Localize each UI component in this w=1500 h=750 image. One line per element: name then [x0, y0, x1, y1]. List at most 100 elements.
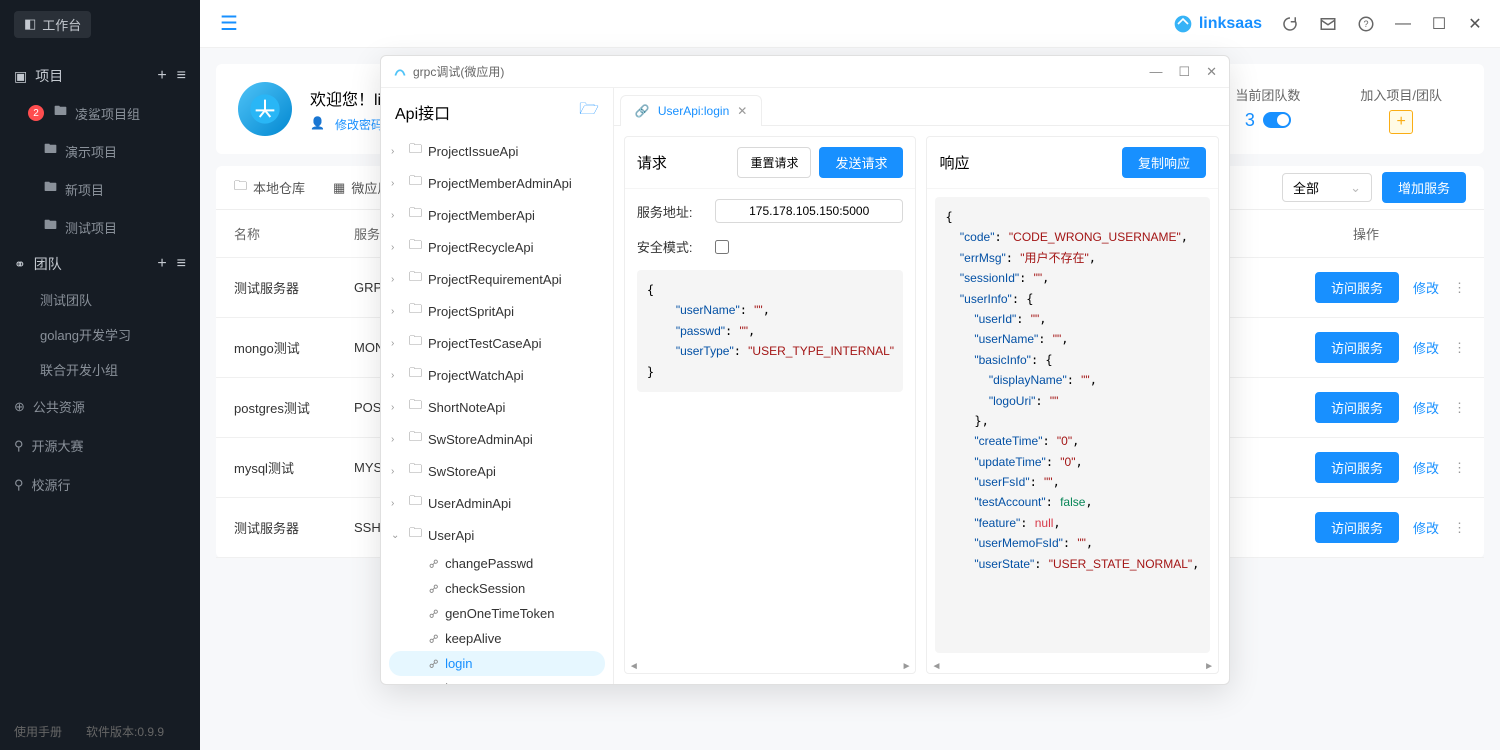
- api-tree-item[interactable]: ›🗀ProjectTestCaseApi: [381, 327, 613, 359]
- svg-text:?: ?: [1363, 19, 1368, 29]
- join-button[interactable]: +: [1389, 110, 1413, 134]
- version-label: 软件版本:0.9.9: [86, 723, 164, 740]
- sidebar-public-resources[interactable]: ⊕公共资源: [0, 387, 200, 426]
- sidebar-project-group[interactable]: 2 🖿 凌鲨项目组: [0, 94, 200, 132]
- modify-link[interactable]: 修改: [1413, 278, 1439, 297]
- row-name: mongo测试: [234, 338, 354, 357]
- row-name: 测试服务器: [234, 518, 354, 537]
- api-method-item[interactable]: ⚯changePasswd: [381, 551, 613, 576]
- service-addr-label: 服务地址:: [637, 202, 707, 221]
- open-folder-icon[interactable]: 🗁: [579, 98, 599, 125]
- sidebar-project-item[interactable]: 🖿新项目: [0, 170, 200, 208]
- link-icon: ⚯: [426, 555, 443, 572]
- grpc-window: grpc调试(微应用) — ☐ ✕ Api接口 🗁 ›🗀ProjectIssue…: [380, 55, 1230, 685]
- api-tree[interactable]: ›🗀ProjectIssueApi›🗀ProjectMemberAdminApi…: [381, 135, 613, 684]
- window-minimize[interactable]: —: [1394, 15, 1412, 33]
- sidebar-dev-contest[interactable]: ⚲开源大赛: [0, 426, 200, 465]
- sidebar-team-item[interactable]: 联合开发小组: [0, 352, 200, 387]
- api-tree-item[interactable]: ›🗀ProjectIssueApi: [381, 135, 613, 167]
- more-icon[interactable]: ⋮: [1453, 340, 1466, 356]
- response-title: 响应: [939, 152, 969, 173]
- sidebar-team-item[interactable]: 测试团队: [0, 282, 200, 317]
- link-icon: 🔗: [635, 104, 650, 118]
- api-tree-item[interactable]: ›🗀SwStoreApi: [381, 455, 613, 487]
- api-tree-item[interactable]: ›🗀ProjectRecycleApi: [381, 231, 613, 263]
- help-icon[interactable]: ?: [1356, 14, 1376, 34]
- copy-button[interactable]: 复制响应: [1122, 147, 1206, 178]
- api-method-item[interactable]: ⚯keepAlive: [381, 626, 613, 651]
- sidebar-team-item[interactable]: golang开发学习: [0, 317, 200, 352]
- grpc-maximize[interactable]: ☐: [1178, 64, 1190, 80]
- response-panel: 响应 复制响应 { "code": "CODE_WRONG_USERNAME",…: [926, 136, 1219, 674]
- mail-icon[interactable]: [1318, 14, 1338, 34]
- api-tree-item[interactable]: ›🗀ProjectWatchApi: [381, 359, 613, 391]
- add-project-icon[interactable]: +: [157, 67, 166, 85]
- reset-button[interactable]: 重置请求: [737, 147, 811, 178]
- sidebar-school[interactable]: ⚲校源行: [0, 465, 200, 504]
- method-tab[interactable]: 🔗 UserApi:login ✕: [620, 95, 762, 126]
- workbench-button[interactable]: ◧ 工作台: [14, 11, 91, 38]
- api-tree-item[interactable]: ›🗀ProjectMemberApi: [381, 199, 613, 231]
- service-addr-input[interactable]: [715, 199, 904, 223]
- api-tree-item[interactable]: ›🗀UserAdminApi: [381, 487, 613, 519]
- more-icon[interactable]: ⋮: [1453, 280, 1466, 296]
- folder-icon: 🗀: [409, 396, 422, 418]
- api-method-item[interactable]: ⚯genOneTimeToken: [381, 601, 613, 626]
- api-tree-item[interactable]: ›🗀ProjectRequirementApi: [381, 263, 613, 295]
- api-tree-item[interactable]: ›🗀ShortNoteApi: [381, 391, 613, 423]
- close-tab-icon[interactable]: ✕: [737, 104, 747, 118]
- filter-select[interactable]: 全部⌄: [1282, 173, 1372, 202]
- menu-toggle-icon[interactable]: ☰: [216, 7, 242, 40]
- window-maximize[interactable]: ☐: [1430, 15, 1448, 33]
- modify-link[interactable]: 修改: [1413, 518, 1439, 537]
- link-icon: ⚲: [14, 438, 24, 454]
- secure-checkbox[interactable]: [715, 240, 729, 254]
- list-icon[interactable]: ≡: [177, 255, 186, 273]
- tab-local-repo[interactable]: 🗀本地仓库: [234, 177, 305, 199]
- response-json[interactable]: { "code": "CODE_WRONG_USERNAME", "errMsg…: [935, 197, 1210, 653]
- list-icon[interactable]: ≡: [177, 67, 186, 85]
- refresh-icon[interactable]: [1280, 14, 1300, 34]
- request-json[interactable]: { "userName": "", "passwd": "", "userTyp…: [637, 270, 904, 392]
- folder-icon: 🗀: [409, 428, 422, 450]
- api-method-item[interactable]: ⚯checkSession: [381, 576, 613, 601]
- request-panel: 请求 重置请求 发送请求 服务地址: 安全模式:: [624, 136, 917, 674]
- change-password-link[interactable]: 修改密码: [335, 116, 383, 133]
- sidebar-project-item[interactable]: 🖿测试项目: [0, 208, 200, 246]
- add-team-icon[interactable]: +: [157, 255, 166, 273]
- access-button[interactable]: 访问服务: [1315, 272, 1399, 303]
- folder-icon: 🖿: [44, 216, 57, 238]
- team-toggle[interactable]: [1263, 112, 1291, 128]
- access-button[interactable]: 访问服务: [1315, 332, 1399, 363]
- api-tree-item[interactable]: ›🗀ProjectSpritApi: [381, 295, 613, 327]
- grpc-titlebar[interactable]: grpc调试(微应用) — ☐ ✕: [381, 56, 1229, 88]
- api-tree-item[interactable]: ›🗀SwStoreAdminApi: [381, 423, 613, 455]
- access-button[interactable]: 访问服务: [1315, 452, 1399, 483]
- title-bar: ☰ linksaas ? — ☐ ✕: [0, 0, 1500, 48]
- more-icon[interactable]: ⋮: [1453, 520, 1466, 536]
- folder-icon: 🗀: [409, 300, 422, 322]
- modify-link[interactable]: 修改: [1413, 338, 1439, 357]
- api-tree-item[interactable]: ›🗀ProjectMemberAdminApi: [381, 167, 613, 199]
- modify-link[interactable]: 修改: [1413, 458, 1439, 477]
- more-icon[interactable]: ⋮: [1453, 400, 1466, 416]
- more-icon[interactable]: ⋮: [1453, 460, 1466, 476]
- sidebar-project-item[interactable]: 🖿演示项目: [0, 132, 200, 170]
- api-tree-item-expanded[interactable]: ⌄🗀UserApi: [381, 519, 613, 551]
- api-method-item[interactable]: ⚯logout: [381, 676, 613, 684]
- project-group-label: 凌鲨项目组: [75, 104, 140, 123]
- modify-link[interactable]: 修改: [1413, 398, 1439, 417]
- grpc-minimize[interactable]: —: [1149, 64, 1162, 80]
- access-button[interactable]: 访问服务: [1315, 392, 1399, 423]
- access-button[interactable]: 访问服务: [1315, 512, 1399, 543]
- window-close[interactable]: ✕: [1466, 15, 1484, 33]
- grpc-title-label: grpc调试(微应用): [413, 63, 504, 80]
- add-service-button[interactable]: 增加服务: [1382, 172, 1466, 203]
- brand: linksaas: [1173, 14, 1262, 34]
- send-button[interactable]: 发送请求: [819, 147, 903, 178]
- api-panel: Api接口 🗁 ›🗀ProjectIssueApi›🗀ProjectMember…: [381, 88, 614, 684]
- grpc-close[interactable]: ✕: [1206, 64, 1217, 80]
- avatar: [238, 82, 292, 136]
- manual-link[interactable]: 使用手册: [14, 723, 62, 740]
- api-method-item[interactable]: ⚯login: [389, 651, 605, 676]
